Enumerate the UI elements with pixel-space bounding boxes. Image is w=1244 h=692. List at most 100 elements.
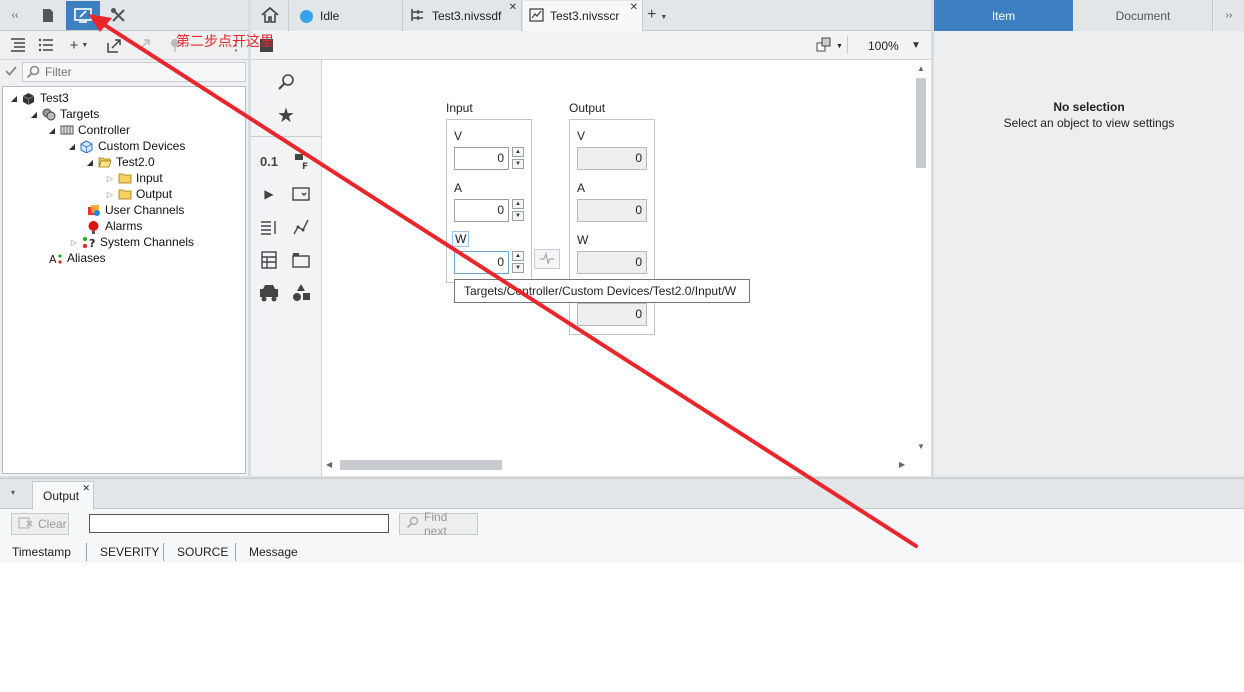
add-item-button[interactable]: + ▼ [66,35,92,55]
tree-item-test3[interactable]: ◢ Test3 [9,90,69,106]
collapsed-icon[interactable]: ▷ [69,238,79,247]
check-icon[interactable] [4,64,20,80]
favorites-star-icon[interactable]: ★ [274,103,298,127]
input-v-numeric[interactable]: 0 [454,147,509,170]
input-w-label[interactable]: W [452,231,470,247]
properties-panel: Item Document ›› No selection Select an … [934,0,1244,476]
expanded-icon[interactable]: ◢ [9,94,19,103]
tree-item-input[interactable]: ▷ Input [105,170,163,186]
input-a-numeric[interactable]: 0 [454,199,509,222]
signal-mapping-button[interactable] [534,249,560,269]
decrement-icon[interactable]: ▼ [512,159,524,169]
launch-icon[interactable] [134,35,154,55]
play-icon[interactable]: ▶ [257,182,281,206]
vehicle-icon[interactable] [257,281,281,305]
search-icon[interactable] [274,70,298,94]
tree-item-aliases[interactable]: A Aliases [36,250,106,266]
column-timestamp[interactable]: Timestamp [12,545,71,559]
close-icon[interactable]: ✕ [82,483,90,494]
expanded-icon[interactable]: ◢ [47,126,57,135]
alarm-icon [87,220,101,234]
column-divider[interactable] [163,543,164,561]
tree-item-test2[interactable]: ◢ Test2.0 [85,154,155,170]
new-tab-button[interactable]: + ▼ [647,6,667,24]
column-divider[interactable] [235,543,236,561]
tab-test3-nivsscr[interactable]: Test3.nivsscr ✕ [523,1,643,31]
expand-all-icon[interactable] [8,35,28,55]
tree-item-custom-devices[interactable]: ◢ Custom Devices [67,138,185,154]
tab-idle[interactable]: Idle [290,1,403,31]
find-next-button[interactable]: Find next [399,510,478,538]
column-severity[interactable]: SEVERITY [100,545,159,559]
clear-button[interactable]: Clear [11,513,69,535]
list-view-icon[interactable] [36,35,56,55]
tree-item-controller[interactable]: ◢ Controller [47,122,130,138]
screen-canvas[interactable]: Input V 0 ▲ ▼ A 0 ▲ ▼ W 0 ▲ ▼ Output V 0… [322,60,931,476]
arrange-button[interactable]: ▼ [816,37,843,55]
close-icon[interactable]: ✕ [630,2,638,13]
tree-item-user-channels[interactable]: User Channels [74,202,184,218]
tab-label: Test3.nivssdf [432,9,502,23]
input-w-numeric[interactable]: 0 [454,251,509,274]
column-source[interactable]: SOURCE [177,545,228,559]
tab-test3-nivssdf[interactable]: Test3.nivssdf ✕ [404,1,522,31]
scroll-up-icon[interactable]: ▲ [917,64,925,73]
tree-label: Test2.0 [116,155,155,169]
horizontal-scroll-thumb[interactable] [340,460,502,470]
tree-label: Alarms [105,219,143,233]
screen-edit-icon[interactable] [66,1,100,30]
tools-icon[interactable] [101,1,135,30]
decrement-icon[interactable]: ▼ [512,263,524,273]
column-divider[interactable] [86,543,87,561]
tab-control-icon[interactable] [289,248,313,272]
collapse-output-icon[interactable]: ▾ [11,488,15,497]
close-icon[interactable]: ✕ [509,2,517,13]
zoom-dropdown-icon[interactable]: ▼ [911,40,921,51]
tab-item[interactable]: Item [934,0,1073,31]
expanded-icon[interactable]: ◢ [29,110,39,119]
tab-output[interactable]: Output ✕ [32,481,94,510]
tree-label: Targets [60,107,100,121]
scroll-right-icon[interactable]: ▶ [899,460,905,469]
filter-input[interactable] [22,62,246,82]
expanded-icon[interactable]: ◢ [85,158,95,167]
tree-item-targets[interactable]: ◢ Targets [29,106,99,122]
scroll-down-icon[interactable]: ▼ [917,442,925,451]
document-icon[interactable] [31,1,65,30]
vertical-scrollbar[interactable]: ▲ ▼ [913,60,931,456]
increment-icon[interactable]: ▲ [512,251,524,261]
scroll-left-icon[interactable]: ◀ [326,460,332,469]
graph-icon[interactable] [289,215,313,239]
zoom-level[interactable]: 100% [868,39,899,53]
clear-icon [18,517,34,532]
export-icon[interactable] [104,35,124,55]
column-message[interactable]: Message [249,545,298,559]
boolean-flag-icon[interactable]: F [289,149,313,173]
input-group-title: Input [446,101,473,115]
tab-document[interactable]: Document [1074,0,1213,31]
home-tab[interactable] [251,1,289,31]
shapes-icon[interactable] [289,281,313,305]
numeric-control[interactable]: 0.1 [257,149,281,173]
path-tooltip: Targets/Controller/Custom Devices/Test2.… [454,279,750,303]
vertical-scroll-thumb[interactable] [916,78,926,168]
tree-item-output[interactable]: ▷ Output [105,186,172,202]
table-icon[interactable] [257,248,281,272]
text-list-icon[interactable] [257,215,281,239]
tree-item-alarms[interactable]: Alarms [74,218,142,234]
expand-right-icon[interactable]: ›› [1214,0,1244,31]
dropdown-control-icon[interactable] [289,182,313,206]
collapsed-icon[interactable]: ▷ [105,190,115,199]
decrement-icon[interactable]: ▼ [512,211,524,221]
increment-icon[interactable]: ▲ [512,199,524,209]
expanded-icon[interactable]: ◢ [67,142,77,151]
collapse-left-icon[interactable]: ‹‹ [0,1,30,30]
increment-icon[interactable]: ▲ [512,147,524,157]
horizontal-scrollbar[interactable]: ◀ ▶ [322,456,913,474]
document-tabstrip: Idle Test3.nivssdf ✕ Test3.nivsscr ✕ + ▼ [251,0,931,31]
output-v-label: V [577,129,586,143]
tree-item-system-channels[interactable]: ▷ ? System Channels [69,234,194,250]
arrange-icon [816,37,832,55]
collapsed-icon[interactable]: ▷ [105,174,115,183]
output-search-input[interactable] [89,514,389,533]
